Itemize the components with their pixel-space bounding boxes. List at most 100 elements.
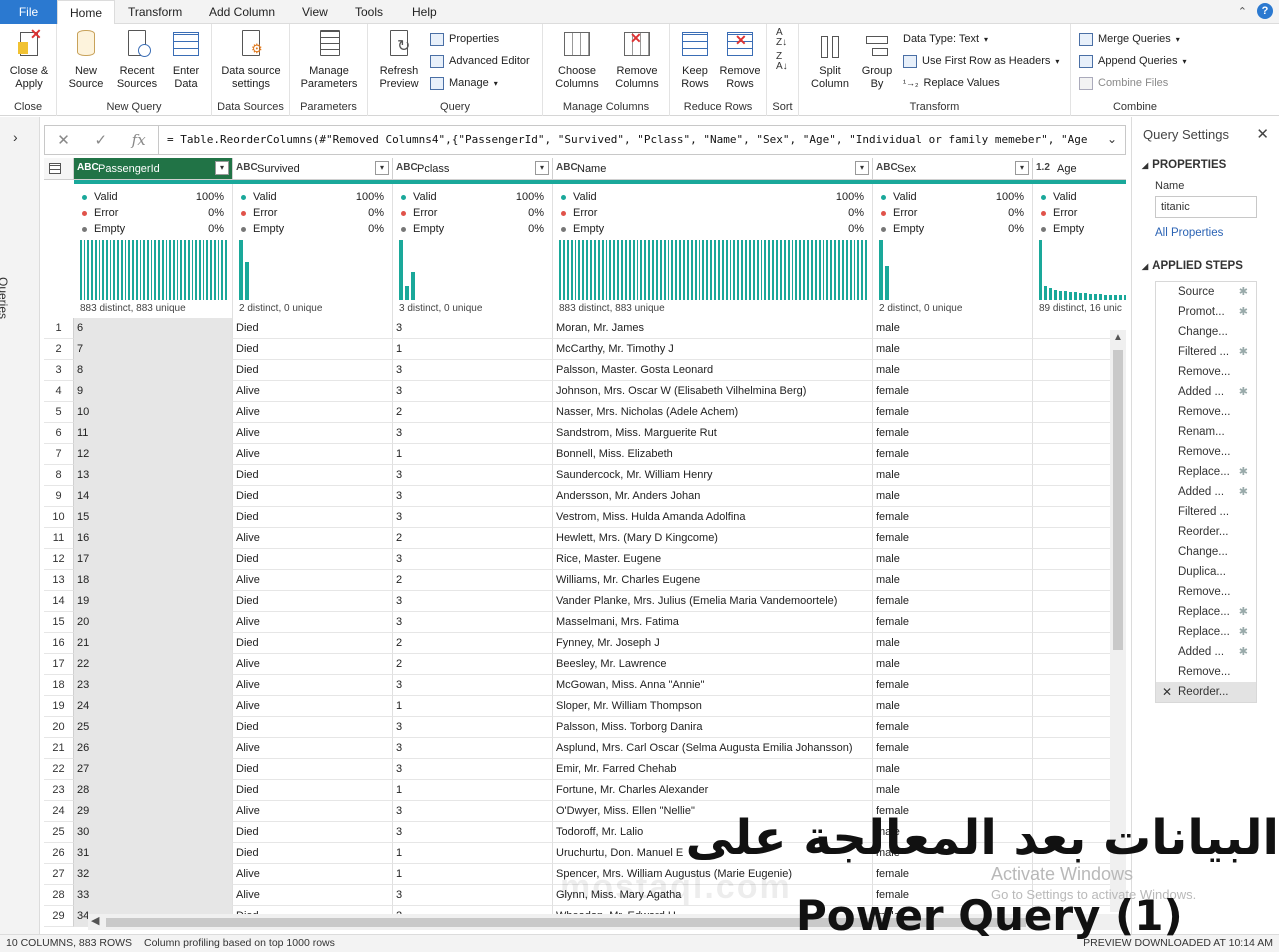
table-cell-survived[interactable]: Died	[233, 339, 393, 360]
delete-step-icon[interactable]: ✕	[1162, 682, 1172, 702]
applied-step[interactable]: Added ... ✱	[1156, 482, 1256, 502]
check-icon[interactable]: ✓	[94, 131, 107, 149]
table-cell-survived[interactable]: Died	[233, 360, 393, 381]
formula-text[interactable]: = Table.ReorderColumns(#"Removed Columns…	[167, 133, 1097, 146]
table-cell-pclass[interactable]: 1	[393, 339, 553, 360]
table-cell-name[interactable]: Rice, Master. Eugene	[553, 549, 873, 570]
column-type-icon[interactable]: ABC	[556, 162, 578, 173]
chevron-right-icon[interactable]: ›	[13, 129, 18, 145]
table-cell-name[interactable]: Vestrom, Miss. Hulda Amanda Adolfina	[553, 507, 873, 528]
tab-add-column[interactable]: Add Column	[197, 0, 287, 24]
row-number[interactable]: 3	[44, 360, 74, 381]
table-cell-survived[interactable]: Died	[233, 318, 393, 339]
applied-step[interactable]: ✕ Reorder...	[1156, 682, 1256, 702]
all-properties-link[interactable]: All Properties	[1155, 227, 1223, 239]
row-number[interactable]: 16	[44, 633, 74, 654]
table-cell-pclass[interactable]: 1	[393, 696, 553, 717]
column-header-name[interactable]: ABC Name ▾	[553, 158, 873, 180]
column-filter-dropdown-icon[interactable]: ▾	[855, 161, 869, 175]
table-cell-passenger-id[interactable]: 17	[74, 549, 233, 570]
applied-step[interactable]: Added ... ✱	[1156, 382, 1256, 402]
query-name-input[interactable]: titanic	[1155, 196, 1257, 218]
table-cell-survived[interactable]: Alive	[233, 570, 393, 591]
table-cell-sex[interactable]: female	[873, 507, 1033, 528]
table-cell-sex[interactable]: male	[873, 633, 1033, 654]
column-type-icon[interactable]: ABC	[876, 162, 898, 173]
table-cell-passenger-id[interactable]: 30	[74, 822, 233, 843]
step-settings-gear-icon[interactable]: ✱	[1239, 482, 1248, 502]
table-cell-name[interactable]: Nasser, Mrs. Nicholas (Adele Achem)	[553, 402, 873, 423]
table-cell-pclass[interactable]: 2	[393, 654, 553, 675]
table-cell-survived[interactable]: Alive	[233, 402, 393, 423]
group-by-button[interactable]: Group By	[857, 28, 897, 91]
table-cell-survived[interactable]: Died	[233, 549, 393, 570]
applied-step[interactable]: Duplica...	[1156, 562, 1256, 582]
sort-ascending-icon[interactable]: A Z↓	[776, 28, 787, 48]
applied-step[interactable]: Replace... ✱	[1156, 462, 1256, 482]
table-cell-name[interactable]: Moran, Mr. James	[553, 318, 873, 339]
table-cell-sex[interactable]: female	[873, 675, 1033, 696]
column-header-survived[interactable]: ABC Survived ▾	[233, 158, 393, 180]
tab-view[interactable]: View	[290, 0, 340, 24]
step-settings-gear-icon[interactable]: ✱	[1239, 382, 1248, 402]
row-number[interactable]: 12	[44, 549, 74, 570]
table-cell-survived[interactable]: Died	[233, 717, 393, 738]
table-cell-passenger-id[interactable]: 8	[74, 360, 233, 381]
row-number[interactable]: 18	[44, 675, 74, 696]
table-cell-name[interactable]: Vander Planke, Mrs. Julius (Emelia Maria…	[553, 591, 873, 612]
applied-step[interactable]: Reorder...	[1156, 522, 1256, 542]
table-cell-survived[interactable]: Died	[233, 843, 393, 864]
column-type-icon[interactable]: ABC	[77, 162, 99, 173]
row-number[interactable]: 13	[44, 570, 74, 591]
table-cell-passenger-id[interactable]: 32	[74, 864, 233, 885]
table-cell-name[interactable]: Palsson, Master. Gosta Leonard	[553, 360, 873, 381]
table-cell-pclass[interactable]: 3	[393, 885, 553, 906]
new-source-button[interactable]: New Source	[67, 28, 105, 91]
table-cell-pclass[interactable]: 3	[393, 486, 553, 507]
table-cell-passenger-id[interactable]: 25	[74, 717, 233, 738]
table-cell-sex[interactable]: female	[873, 402, 1033, 423]
table-cell-survived[interactable]: Alive	[233, 612, 393, 633]
row-number[interactable]: 5	[44, 402, 74, 423]
enter-data-button[interactable]: Enter Data	[167, 28, 205, 91]
close-icon[interactable]: ✕	[1256, 125, 1269, 143]
table-cell-passenger-id[interactable]: 6	[74, 318, 233, 339]
row-number[interactable]: 1	[44, 318, 74, 339]
table-cell-passenger-id[interactable]: 27	[74, 759, 233, 780]
replace-values-button[interactable]: ¹→₂ Replace Values	[903, 74, 1000, 92]
table-cell-passenger-id[interactable]: 7	[74, 339, 233, 360]
row-number[interactable]: 10	[44, 507, 74, 528]
step-settings-gear-icon[interactable]: ✱	[1239, 462, 1248, 482]
column-type-icon[interactable]: ABC	[236, 162, 258, 173]
table-cell-sex[interactable]: male	[873, 360, 1033, 381]
applied-step[interactable]: Added ... ✱	[1156, 642, 1256, 662]
manage-button[interactable]: Manage ▾	[430, 74, 498, 92]
applied-step[interactable]: Change...	[1156, 542, 1256, 562]
recent-sources-button[interactable]: Recent Sources	[113, 28, 161, 91]
append-queries-button[interactable]: Append Queries ▾	[1079, 52, 1187, 70]
table-cell-passenger-id[interactable]: 9	[74, 381, 233, 402]
table-menu-button[interactable]	[44, 158, 74, 180]
table-cell-name[interactable]: Andersson, Mr. Anders Johan	[553, 486, 873, 507]
row-number[interactable]: 14	[44, 591, 74, 612]
table-cell-pclass[interactable]: 3	[393, 612, 553, 633]
queries-pane-collapsed[interactable]: › Queries	[0, 117, 40, 934]
table-cell-survived[interactable]: Died	[233, 633, 393, 654]
table-cell-pclass[interactable]: 3	[393, 465, 553, 486]
sort-descending-icon[interactable]: Z A↓	[776, 52, 788, 72]
data-source-settings-button[interactable]: ⚙ Data source settings	[216, 28, 286, 91]
table-cell-name[interactable]: Johnson, Mrs. Oscar W (Elisabeth Vilhelm…	[553, 381, 873, 402]
table-cell-pclass[interactable]: 1	[393, 780, 553, 801]
table-cell-name[interactable]: Hewlett, Mrs. (Mary D Kingcome)	[553, 528, 873, 549]
chevron-left-icon[interactable]: ◀	[91, 914, 99, 927]
combine-files-button[interactable]: Combine Files	[1079, 74, 1168, 92]
table-cell-pclass[interactable]: 1	[393, 444, 553, 465]
table-cell-survived[interactable]: Alive	[233, 444, 393, 465]
table-cell-name[interactable]: McCarthy, Mr. Timothy J	[553, 339, 873, 360]
table-cell-sex[interactable]: male	[873, 570, 1033, 591]
step-settings-gear-icon[interactable]: ✱	[1239, 622, 1248, 642]
applied-step[interactable]: Replace... ✱	[1156, 602, 1256, 622]
help-icon[interactable]: ?	[1257, 3, 1273, 19]
tab-home[interactable]: Home	[57, 0, 116, 25]
table-cell-survived[interactable]: Alive	[233, 696, 393, 717]
